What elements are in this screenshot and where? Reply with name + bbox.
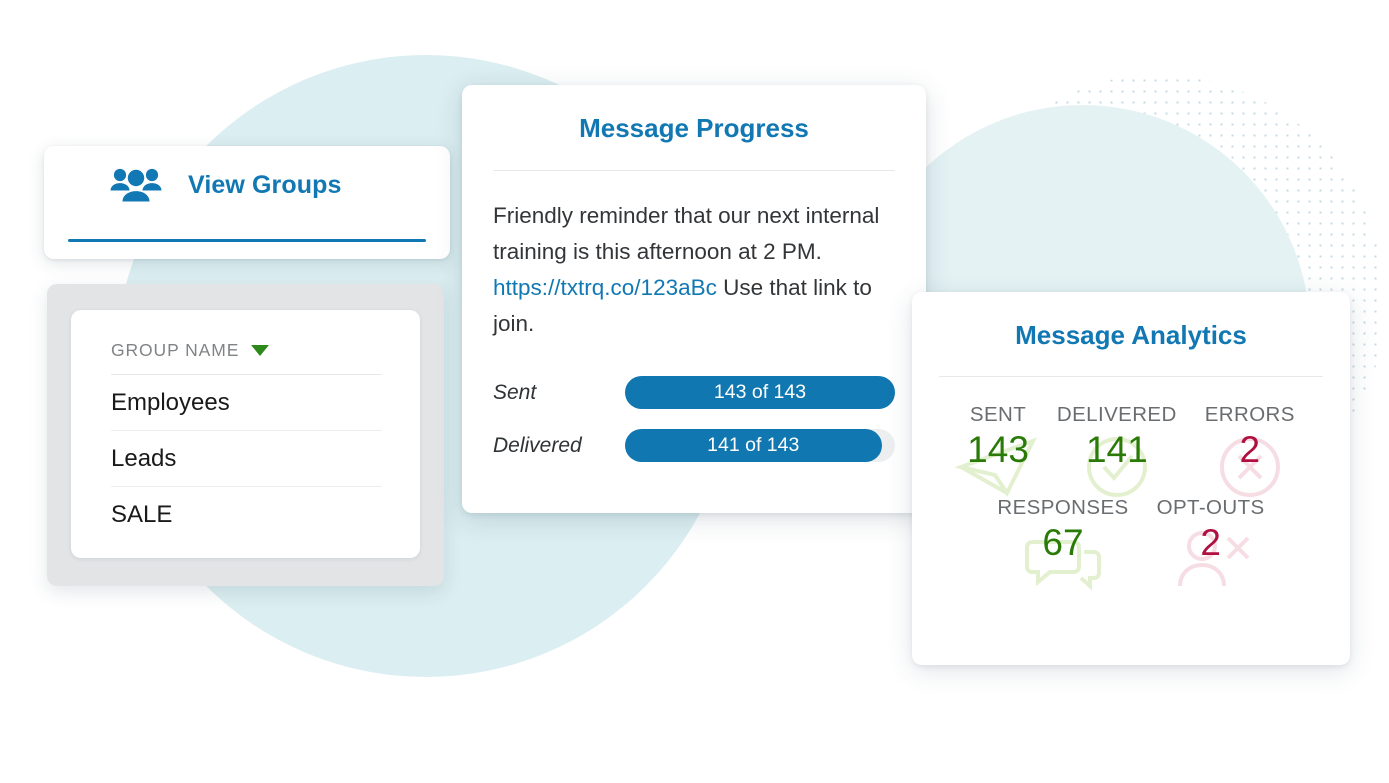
group-name-column-header[interactable]: GROUP NAME [111, 340, 382, 375]
progress-label-delivered: Delivered [493, 433, 582, 457]
progress-label-sent: Sent [493, 380, 537, 404]
progress-fill-delivered: 141 of 143 [625, 429, 882, 462]
message-body-before: Friendly reminder that our next internal… [493, 203, 880, 264]
list-item[interactable]: Leads [111, 431, 382, 487]
stat-errors: ERRORS 2 [1191, 403, 1309, 497]
stat-label-opt-outs: OPT-OUTS [1156, 495, 1265, 519]
stat-label-errors: ERRORS [1204, 403, 1295, 426]
stat-sent: SENT 143 [953, 403, 1043, 497]
message-link[interactable]: https://txtrq.co/123aBc [493, 275, 717, 300]
progress-row-delivered: Delivered 141 of 143 [493, 429, 895, 462]
stat-label-sent: SENT [969, 403, 1027, 426]
view-groups-tab[interactable]: View Groups [44, 146, 450, 224]
message-body-text: Friendly reminder that our next internal… [493, 198, 895, 342]
group-list-card: GROUP NAME Employees Leads SALE [71, 310, 420, 558]
divider [493, 170, 895, 171]
group-name-header-label: GROUP NAME [111, 340, 240, 360]
stat-value-sent: 143 [967, 429, 1029, 470]
stat-value-errors: 2 [1239, 429, 1261, 470]
progress-text-sent: 143 of 143 [713, 381, 807, 403]
stat-responses: RESPONSES 67 [983, 495, 1142, 591]
analytics-stats-top-row: SENT 143 DELIVERED 141 ERRORS 2 [912, 403, 1350, 497]
message-progress-card: Message Progress Friendly reminder that … [462, 85, 926, 513]
progress-row-sent: Sent 143 of 143 [493, 376, 895, 409]
stat-label-delivered: DELIVERED [1056, 403, 1177, 426]
stat-value-opt-outs: 2 [1200, 521, 1221, 563]
analytics-stats-bottom-row: RESPONSES 67 OPT-OUTS 2 [912, 495, 1350, 591]
divider [939, 376, 1323, 377]
view-groups-tab-card[interactable]: View Groups [44, 146, 450, 259]
stat-delivered: DELIVERED 141 [1043, 403, 1191, 497]
message-analytics-title: Message Analytics [1015, 320, 1247, 350]
app-canvas: View Groups GROUP NAME Employees Leads S… [0, 0, 1389, 783]
message-analytics-card: Message Analytics SENT 143 DELIVERED 141 [912, 292, 1350, 665]
progress-text-delivered: 141 of 143 [707, 434, 800, 456]
list-item[interactable]: Employees [111, 375, 382, 431]
caret-down-icon[interactable] [251, 345, 270, 356]
view-groups-label: View Groups [188, 170, 342, 199]
progress-track-delivered: 141 of 143 [625, 429, 895, 462]
progress-fill-sent: 143 of 143 [625, 376, 895, 409]
stat-label-responses: RESPONSES [997, 495, 1129, 519]
message-progress-title: Message Progress [579, 113, 809, 143]
progress-bars: Sent 143 of 143 Delivered 141 of 143 [493, 376, 895, 462]
people-group-icon [110, 168, 162, 202]
stat-opt-outs: OPT-OUTS 2 [1143, 495, 1279, 587]
view-groups-active-underline [68, 239, 426, 242]
stat-value-responses: 67 [1042, 521, 1084, 563]
stat-value-delivered: 141 [1085, 429, 1148, 470]
list-item[interactable]: SALE [111, 487, 382, 542]
progress-track-sent: 143 of 143 [625, 376, 895, 409]
